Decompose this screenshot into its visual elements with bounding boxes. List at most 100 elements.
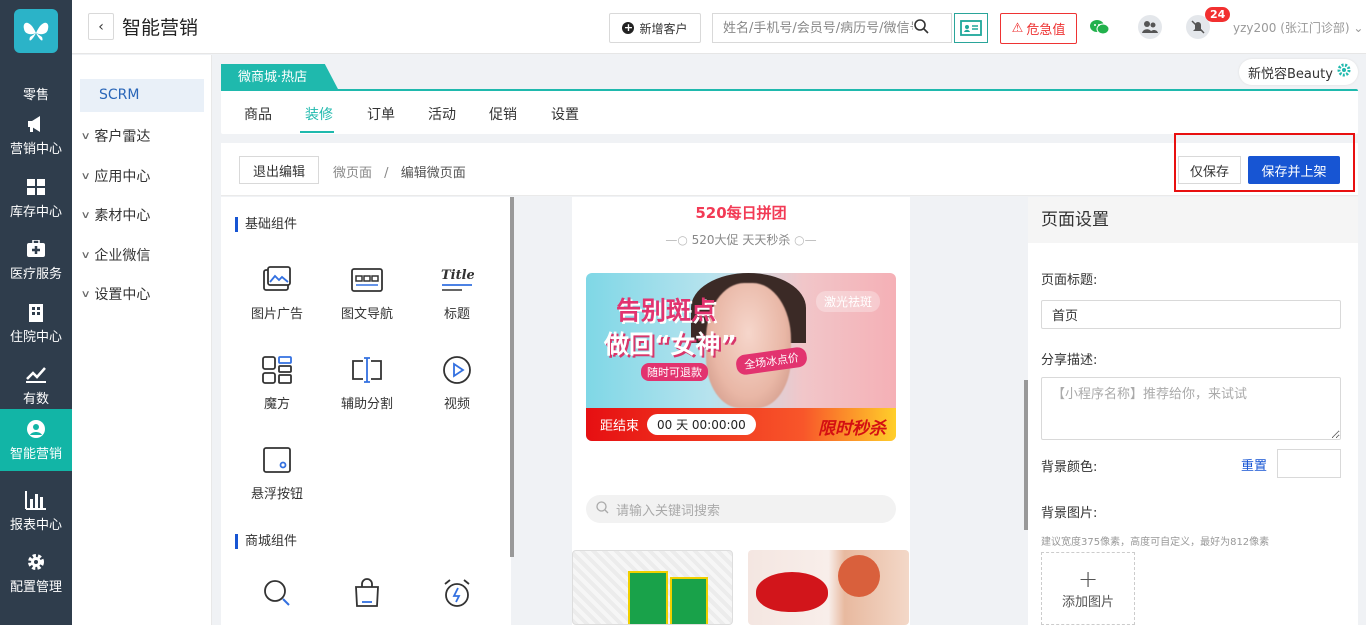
banner-line1: 告别斑点 <box>616 296 717 325</box>
trend-chart-icon <box>25 363 47 385</box>
shop-switcher[interactable]: 新悦容Beauty <box>1239 59 1358 85</box>
submenu-item-settings-center[interactable]: ∨ 设置中心 <box>81 284 151 304</box>
tab-settings[interactable]: 设置 <box>551 104 579 124</box>
search-input[interactable] <box>713 15 913 41</box>
new-customer-label: 新增客户 <box>639 21 688 36</box>
save-and-publish-button[interactable]: 保存并上架 <box>1248 156 1340 184</box>
chevron-down-icon: ⌄ <box>1353 21 1364 35</box>
submenu-label: 企业微信 <box>94 248 151 264</box>
megaphone-icon <box>25 113 47 135</box>
svg-text:Title: Title <box>441 268 474 283</box>
nav-label: 报表中心 <box>9 518 62 533</box>
component-mall-flash-sale[interactable] <box>417 576 497 616</box>
main-nav: 零售 营销中心 库存中心 医疗服务 住院中心 有数 智能营销 报表中心 配置管理 <box>0 0 72 625</box>
component-divider[interactable]: 辅助分割 <box>327 353 407 412</box>
butterfly-logo-icon[interactable] <box>14 9 58 53</box>
submenu-item-material-center[interactable]: ∨ 素材中心 <box>81 205 151 225</box>
breadcrumb-edit-page: 编辑微页面 <box>400 166 466 181</box>
submenu-item-customer-radar[interactable]: ∨ 客户雷达 <box>81 126 151 146</box>
wechat-icon[interactable] <box>1085 12 1115 42</box>
promo-banner[interactable]: 告别斑点 做回“女神” 激光祛斑 全场冰点价 随时可退款 距结束 00 天 00… <box>586 273 896 441</box>
component-label: 图片广告 <box>250 307 303 322</box>
component-image-nav[interactable]: 图文导航 <box>327 263 407 322</box>
component-image-ad[interactable]: 图片广告 <box>237 263 317 322</box>
component-label: 图文导航 <box>340 307 393 322</box>
countdown-label: 距结束 <box>600 419 640 434</box>
critical-value-button[interactable]: ⚠ 危急值 <box>1000 13 1077 44</box>
component-title[interactable]: Title 标题 <box>417 263 497 322</box>
settings-heading: 页面设置 <box>1028 197 1358 243</box>
add-image-button[interactable]: + 添加图片 <box>1041 552 1135 625</box>
component-mall-search[interactable] <box>237 576 317 616</box>
active-tab-indicator <box>300 131 334 133</box>
nav-item-medical[interactable]: 医疗服务 <box>0 229 72 291</box>
tab-products[interactable]: 商品 <box>244 104 272 124</box>
top-bar: ‹ 智能营销 + 新增客户 ⚠危急值 24 yzy200 (张江门诊部) ⌄ <box>72 0 1366 54</box>
product-image <box>756 572 828 612</box>
tab-activities[interactable]: 活动 <box>428 104 456 124</box>
submenu-item-scrm[interactable]: SCRM <box>80 79 204 112</box>
title-icon: Title <box>440 263 474 297</box>
nav-item-config[interactable]: 配置管理 <box>0 542 72 604</box>
smart-marketing-icon <box>25 418 47 440</box>
back-button[interactable]: ‹ <box>88 13 114 40</box>
image-ad-icon <box>260 263 294 297</box>
new-customer-button[interactable]: + 新增客户 <box>609 13 701 43</box>
chevron-down-icon: ∨ <box>80 170 91 182</box>
nav-label: 库存中心 <box>9 205 62 220</box>
mall-components-heading: 商城组件 <box>235 534 297 549</box>
submenu-label: 设置中心 <box>94 287 151 303</box>
nav-label: 配置管理 <box>9 580 62 595</box>
nav-item-inventory[interactable]: 库存中心 <box>0 167 72 229</box>
tab-orders[interactable]: 订单 <box>367 104 395 124</box>
tab-decoration[interactable]: 装修 <box>305 104 333 124</box>
nav-label: 有数 <box>22 392 49 407</box>
component-video[interactable]: 视频 <box>417 353 497 412</box>
submenu-item-wecom[interactable]: ∨ 企业微信 <box>80 245 151 265</box>
component-cube[interactable]: 魔方 <box>237 353 317 412</box>
banner-tag: 激光祛斑 <box>816 291 881 312</box>
exit-edit-button[interactable]: 退出编辑 <box>239 156 319 184</box>
product-card[interactable] <box>748 550 909 625</box>
chevron-down-icon: ∨ <box>80 249 91 261</box>
page-title-label: 页面标题: <box>1041 273 1098 288</box>
reset-color-link[interactable]: 重置 <box>1241 455 1267 474</box>
float-button-icon <box>260 443 294 477</box>
search-icon <box>260 576 294 610</box>
search-icon[interactable] <box>913 18 929 38</box>
page-title: 智能营销 <box>122 17 199 39</box>
nav-label: 医疗服务 <box>9 267 62 282</box>
submenu-item-app-center[interactable]: ∨ 应用中心 <box>80 166 151 186</box>
image-nav-icon <box>350 263 384 297</box>
user-menu[interactable]: yzy200 (张江门诊部) ⌄ <box>1233 19 1363 36</box>
nav-item-reports[interactable]: 报表中心 <box>0 480 72 542</box>
nav-item-smart-marketing[interactable]: 智能营销 <box>0 409 72 471</box>
id-card-icon[interactable] <box>954 13 988 43</box>
component-float-button[interactable]: 悬浮按钮 <box>237 443 317 502</box>
tab-promotions[interactable]: 促销 <box>489 104 517 124</box>
nav-item-marketing-center[interactable]: 营销中心 <box>0 104 72 166</box>
team-icon[interactable] <box>1135 12 1165 42</box>
submenu-label: 素材中心 <box>94 208 151 224</box>
share-description-input[interactable] <box>1041 377 1341 440</box>
component-label: 辅助分割 <box>340 397 393 412</box>
nav-item-data[interactable]: 有数 <box>0 354 72 416</box>
search-icon <box>596 500 609 518</box>
submenu-label: 客户雷达 <box>94 129 151 145</box>
preview-search-placeholder: 请输入关键词搜索 <box>616 503 721 519</box>
basic-components-heading: 基础组件 <box>235 217 297 232</box>
bg-color-picker[interactable] <box>1277 449 1341 478</box>
nav-item-inpatient[interactable]: 住院中心 <box>0 292 72 354</box>
bar-chart-icon <box>25 489 47 511</box>
nav-label: 营销中心 <box>9 142 62 157</box>
app-root: 零售 营销中心 库存中心 医疗服务 住院中心 有数 智能营销 报表中心 配置管理… <box>0 0 1366 625</box>
breadcrumb-micro-page[interactable]: 微页面 <box>333 166 372 181</box>
save-only-button[interactable]: 仅保存 <box>1178 156 1241 184</box>
component-mall-bag[interactable] <box>327 576 407 616</box>
preview-search[interactable]: 请输入关键词搜索 <box>586 495 896 523</box>
product-image <box>670 577 708 624</box>
component-label: 标题 <box>443 307 470 322</box>
patient-search <box>712 13 952 43</box>
page-title-input[interactable] <box>1041 300 1341 329</box>
product-card[interactable] <box>572 550 733 625</box>
